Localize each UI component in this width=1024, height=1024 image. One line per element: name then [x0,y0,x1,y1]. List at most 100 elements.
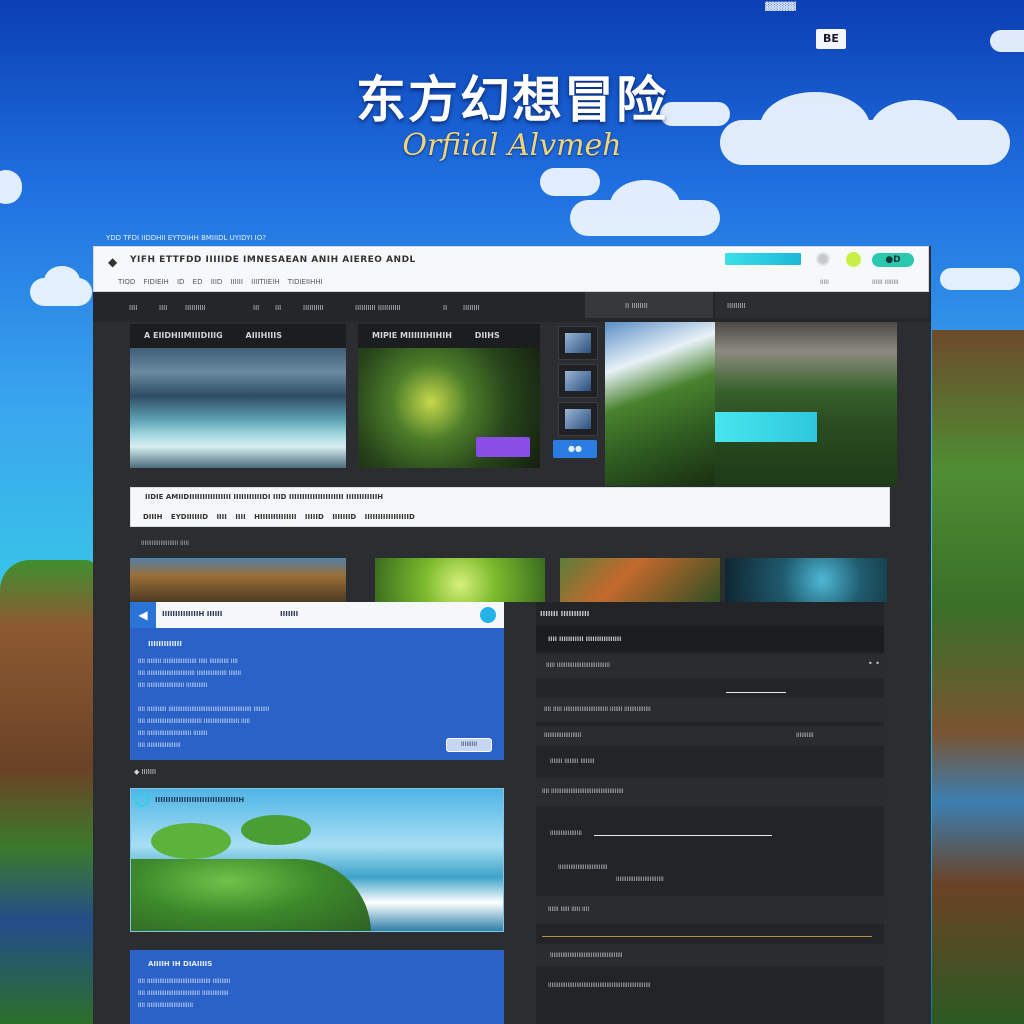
gallery-image[interactable] [375,558,545,602]
info-panel-header: ◀ IIIIIIIIIIIIIIH IIIIII IIIIIII [130,602,504,628]
play-button[interactable] [476,437,530,457]
info-section-heading: AIIIIH IH DIAIIIIS [148,960,213,968]
nav-item[interactable]: IIII [129,304,137,312]
details-row-text: IIIIIIIIIIIIIIIIII [550,830,582,837]
details-row-text: IIIIII IIIII IIIII IIII [548,906,590,913]
details-panel: IIIIIII IIIIIIIIIII IIII IIIIIIIIIII III… [536,602,884,1024]
top-badge: ▓▓▓▓▓ [765,2,796,11]
image-info-icon[interactable] [135,793,149,807]
details-row[interactable]: IIIII IIIIIIIIIIIIIIIIIIIIIIIIIIIIII • • [536,654,884,678]
cloud-decoration [940,268,1020,290]
close-icon[interactable] [480,607,496,623]
card-title: A EIIDHIIMIIIDIIIG [144,331,223,340]
details-row-text: IIIIIIIIIIIIIIIIIIIIIIIIIII [616,876,664,883]
divider [726,692,786,693]
hero-title: 东方幻想冒险 [356,71,668,129]
toolbar-right-label[interactable]: IIIII [820,279,829,286]
details-row[interactable]: IIIIIIIIIIIIIIIIIIIII IIIIIIIIII [536,726,884,746]
nav-item[interactable]: II [443,304,447,312]
details-row-text: IIIIIIIIIIIIIIIIIIIIIIIIIIIIIIIIIIIIIIII… [550,952,623,959]
cliff-scenery-left [0,560,96,1024]
details-panel-title: IIIIIII IIIIIIIIIII [540,610,590,618]
details-row[interactable]: IIII IIIII IIIIIIIIIIIIIIIIIIIIIIIII III… [536,698,884,722]
nav-tab-active[interactable]: II IIIIIIII [585,292,713,318]
details-row[interactable]: IIIIIIIIIIIIIIIIIIIIIIIIIIIIIIIIIIIIIIII… [536,972,884,994]
info-line: IIII IIIIIIIIIIIIIIIIIIIIIIIIIIIIIII III… [138,718,250,725]
cloud-decoration [30,266,92,306]
card-header: MIPIE MIIIIIIHIHIH DIIHS [358,324,540,348]
details-row-text: IIII IIIIIIIIIIIIIIIIIIIIIIIIIIIIIIIIIII… [542,788,624,795]
details-panel-header: IIII IIIIIIIIIII IIIIIIIIIIIIIIII [536,626,884,652]
details-header-text: IIII IIIIIIIIIII IIIIIIIIIIIIIIII [548,636,622,643]
settings-gear-icon[interactable] [816,252,830,266]
nav-item[interactable]: IIIIIIIII [727,302,746,310]
nav-item[interactable]: IIIIIIIIII [185,304,206,312]
in-game-screen [715,412,817,442]
info-line: IIII IIIIIIIIIII IIIIIIIIIIIIIIIIIIIIIII… [138,706,270,713]
search-bar[interactable] [725,253,801,265]
details-row-text: IIIIIIIIIIIIIIIIIIIII [544,732,582,739]
details-row[interactable]: IIIIII IIIII IIIII IIII [536,896,884,924]
nav-item[interactable]: IIIIIIIIII IIIIIIIIIII [355,304,401,312]
status-dot-icon[interactable] [846,252,861,267]
card-header: A EIIDHIIMIIIDIIIG AIIIHIIIS [130,324,346,348]
nav-item[interactable]: III [253,304,259,312]
info-action-button[interactable]: IIIIIIIII [446,738,492,752]
description-line: IIDIE AMIIDIIIIIIIIIIIIIIII IIIIIIIIIIID… [145,493,384,501]
details-row-text: IIIIIII IIIIIIII IIIIIIII [550,758,595,765]
gallery-image[interactable] [130,558,346,602]
cloud-decoration [0,170,22,204]
info-panel-title-secondary: IIIIIII [280,610,299,618]
more-options-icon[interactable]: • • [868,659,880,668]
details-row-text: IIII IIIII IIIIIIIIIIIIIIIIIIIIIIIII III… [544,706,651,713]
screenshot-misty-forest[interactable] [715,322,897,486]
overlay-caption: YDD TFDI IIDDHII EYTOIHH BMIIIDL UYIDYI … [106,234,266,242]
details-row[interactable]: IIIIIII IIIIIIII IIIIIIII [536,752,884,772]
nav-item[interactable]: II IIIIIIII [625,302,648,310]
info-line: IIII IIIIIIIIIIIIIIIIIII [138,742,181,749]
card-title-secondary: AIIIHIIIS [245,331,283,340]
info-line: IIII IIIIIIIIIIIIIIIIIIIIIIIIIII IIIIIII… [138,670,242,677]
nav-item[interactable]: III [275,304,281,312]
thumbnail[interactable] [558,364,598,398]
menu-bar[interactable]: TIOD FIDIEIH ID ED IIID IIIIII IIIITIIEI… [118,278,323,286]
toolbar-right-label[interactable]: IIIIII IIIIIIII [872,279,899,286]
description-bar: IIDIE AMIIDIIIIIIIIIIIIIIII IIIIIIIIIIID… [130,487,890,527]
details-row[interactable]: IIII IIIIIIIIIIIIIIIIIIIIIIIIIIIIIIIIIII… [536,778,884,806]
progress-bar [542,936,872,937]
back-arrow-icon[interactable]: ◀ [130,602,156,628]
image-caption: IIIIIIIIIIIIIIIIIIIIIIIIIIIIIIIIH [155,796,245,804]
screenshot-forest-village[interactable] [358,348,540,468]
info-line: IIII IIIIIIII IIIIIIIIIIIIIIIIIII IIIII … [138,658,238,665]
app-window: ◆ YIFH ETTFDD IIIIIDE IMNESAEAN ANIH AIE… [93,246,931,1024]
nav-item[interactable]: IIIIIIII [463,304,480,312]
screenshot-tropical-island[interactable]: IIIIIIIIIIIIIIIIIIIIIIIIIIIIIIIIH [130,788,504,932]
progress-line [594,835,772,836]
cliff-scenery-right [932,330,1024,1024]
gallery-image[interactable] [725,558,887,602]
nav-item[interactable]: IIIIIIIIII [303,304,324,312]
details-row[interactable]: IIIIIIIIIIIIIIIIIIIIIIIIIIIIIIIIIIIIIIII… [536,944,884,966]
image-caption-bar: IIIIIIIIIIIIIIIIIIIIIIIIIIIIIIIIH [131,789,503,811]
gallery-image[interactable] [560,558,720,602]
details-row-text: IIIII IIIIIIIIIIIIIIIIIIIIIIIIIIIIII [546,662,610,669]
screenshot-cliff-landscape[interactable] [605,322,715,486]
nav-item[interactable]: IIII [159,304,167,312]
cloud-decoration [570,180,720,236]
details-row-meta: IIIIIIIIII [796,732,814,739]
tree-canopy [241,815,311,845]
island-shape [131,859,371,931]
thumbnail[interactable] [558,402,598,436]
title-bar: ◆ YIFH ETTFDD IIIIIDE IMNESAEAN ANIH AIE… [93,246,929,292]
window-title: YIFH ETTFDD IIIIIDE IMNESAEAN ANIH AIERE… [130,255,416,265]
language-button[interactable]: BE [816,29,846,49]
tree-canopy [151,823,231,859]
card-title-secondary: DIIHS [474,331,500,340]
nav-tab[interactable]: IIIIIIIII [715,292,929,318]
thumbnail-action-button[interactable]: ●● [553,440,597,458]
card-title: MIPIE MIIIIIIHIHIH [372,331,452,340]
mode-toggle[interactable]: ●D [872,253,914,267]
thumbnail[interactable] [558,326,598,360]
screenshot-sea-landscape[interactable] [130,348,346,468]
cloud-decoration [990,30,1024,52]
